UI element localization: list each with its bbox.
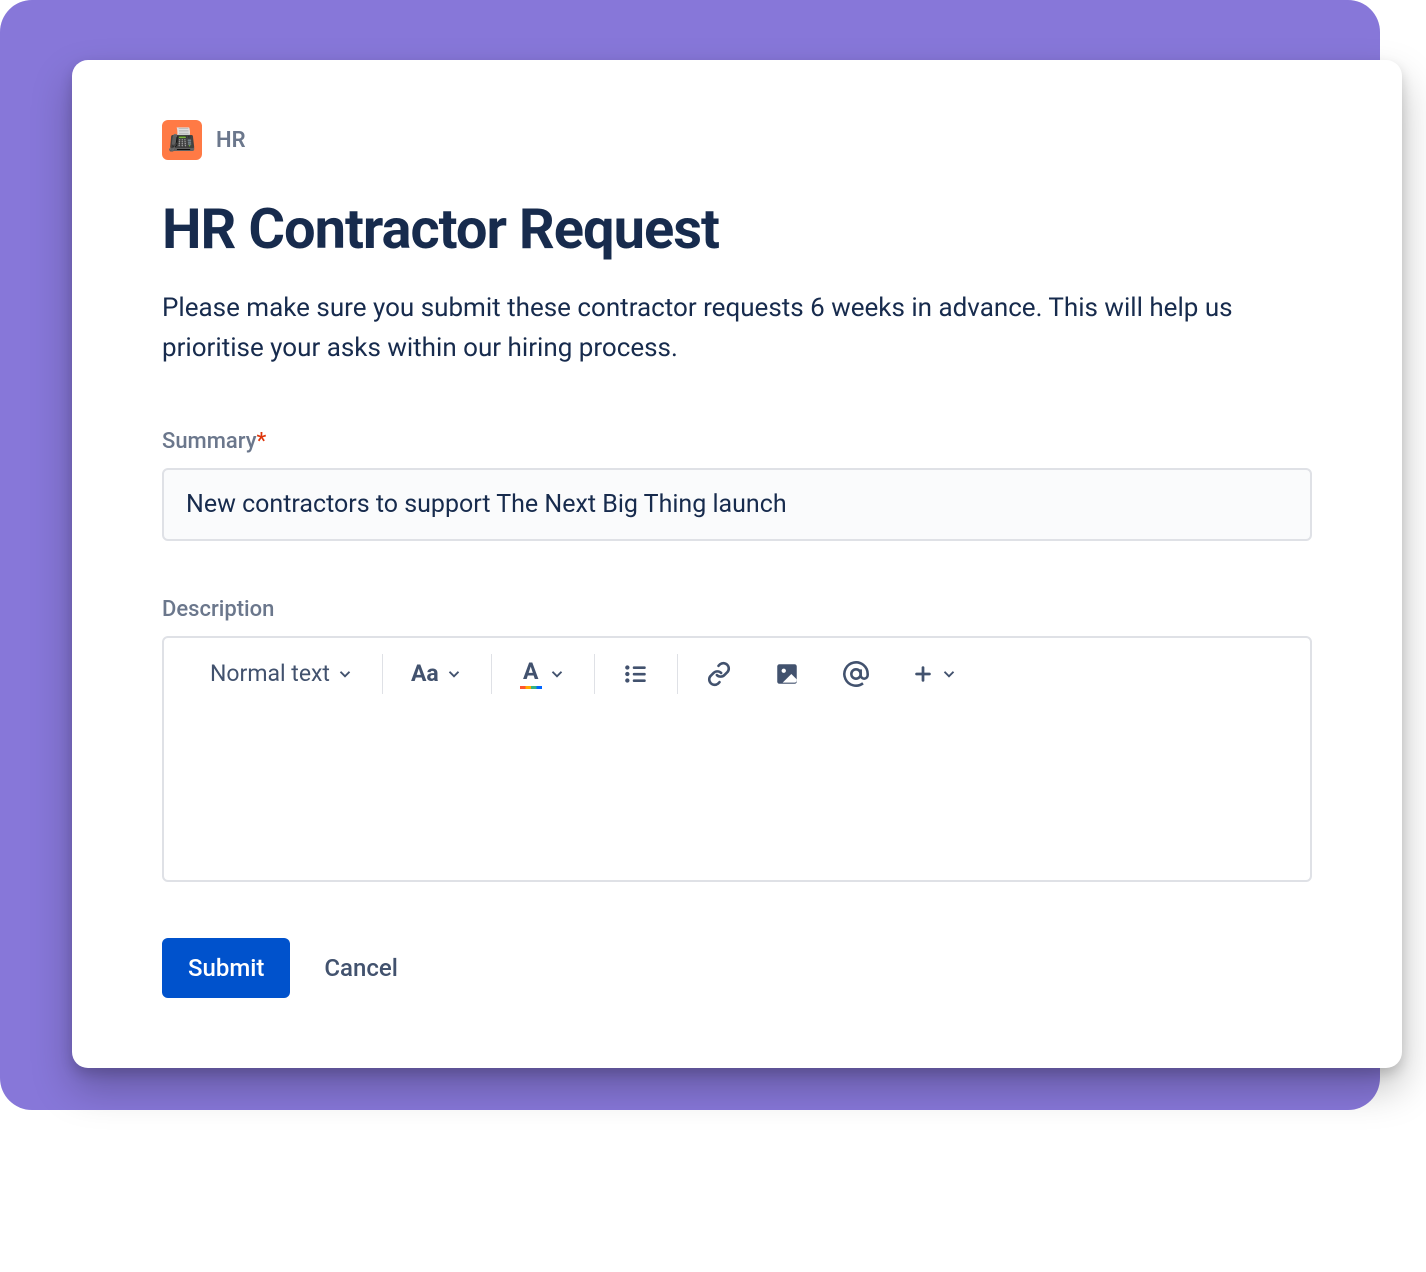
breadcrumb-label[interactable]: HR xyxy=(216,128,246,153)
bullet-list-icon xyxy=(623,661,649,687)
chevron-down-icon xyxy=(336,665,354,683)
project-icon[interactable]: 📠 xyxy=(162,120,202,160)
chevron-down-icon xyxy=(940,665,958,683)
editor-toolbar: Normal text Aa A xyxy=(164,638,1310,710)
mention-button[interactable] xyxy=(836,656,876,692)
description-textarea[interactable] xyxy=(164,710,1310,880)
chevron-down-icon xyxy=(445,665,463,683)
chevron-down-icon xyxy=(548,665,566,683)
summary-label: Summary* xyxy=(162,429,1312,454)
text-color-dropdown[interactable]: A xyxy=(514,654,572,693)
page-title: HR Contractor Request xyxy=(162,196,1312,262)
image-button[interactable] xyxy=(768,657,806,691)
link-icon xyxy=(706,661,732,687)
description-label: Description xyxy=(162,597,1312,622)
image-icon xyxy=(774,661,800,687)
page-description: Please make sure you submit these contra… xyxy=(162,288,1312,369)
description-editor: Normal text Aa A xyxy=(162,636,1312,882)
insert-more-dropdown[interactable] xyxy=(906,659,964,689)
summary-input[interactable] xyxy=(162,468,1312,541)
link-button[interactable] xyxy=(700,657,738,691)
color-swatch-icon xyxy=(520,686,542,689)
fax-icon: 📠 xyxy=(168,128,195,153)
form-actions: Submit Cancel xyxy=(162,938,1312,998)
text-style-dropdown[interactable]: Normal text xyxy=(204,656,360,691)
list-button[interactable] xyxy=(617,657,655,691)
plus-icon xyxy=(912,663,934,685)
required-mark: * xyxy=(257,429,267,454)
at-icon xyxy=(842,660,870,688)
form-card: 📠 HR HR Contractor Request Please make s… xyxy=(72,60,1402,1068)
text-case-dropdown[interactable]: Aa xyxy=(405,656,469,691)
breadcrumb: 📠 HR xyxy=(162,120,1312,160)
cancel-button[interactable]: Cancel xyxy=(324,954,397,982)
submit-button[interactable]: Submit xyxy=(162,938,290,998)
